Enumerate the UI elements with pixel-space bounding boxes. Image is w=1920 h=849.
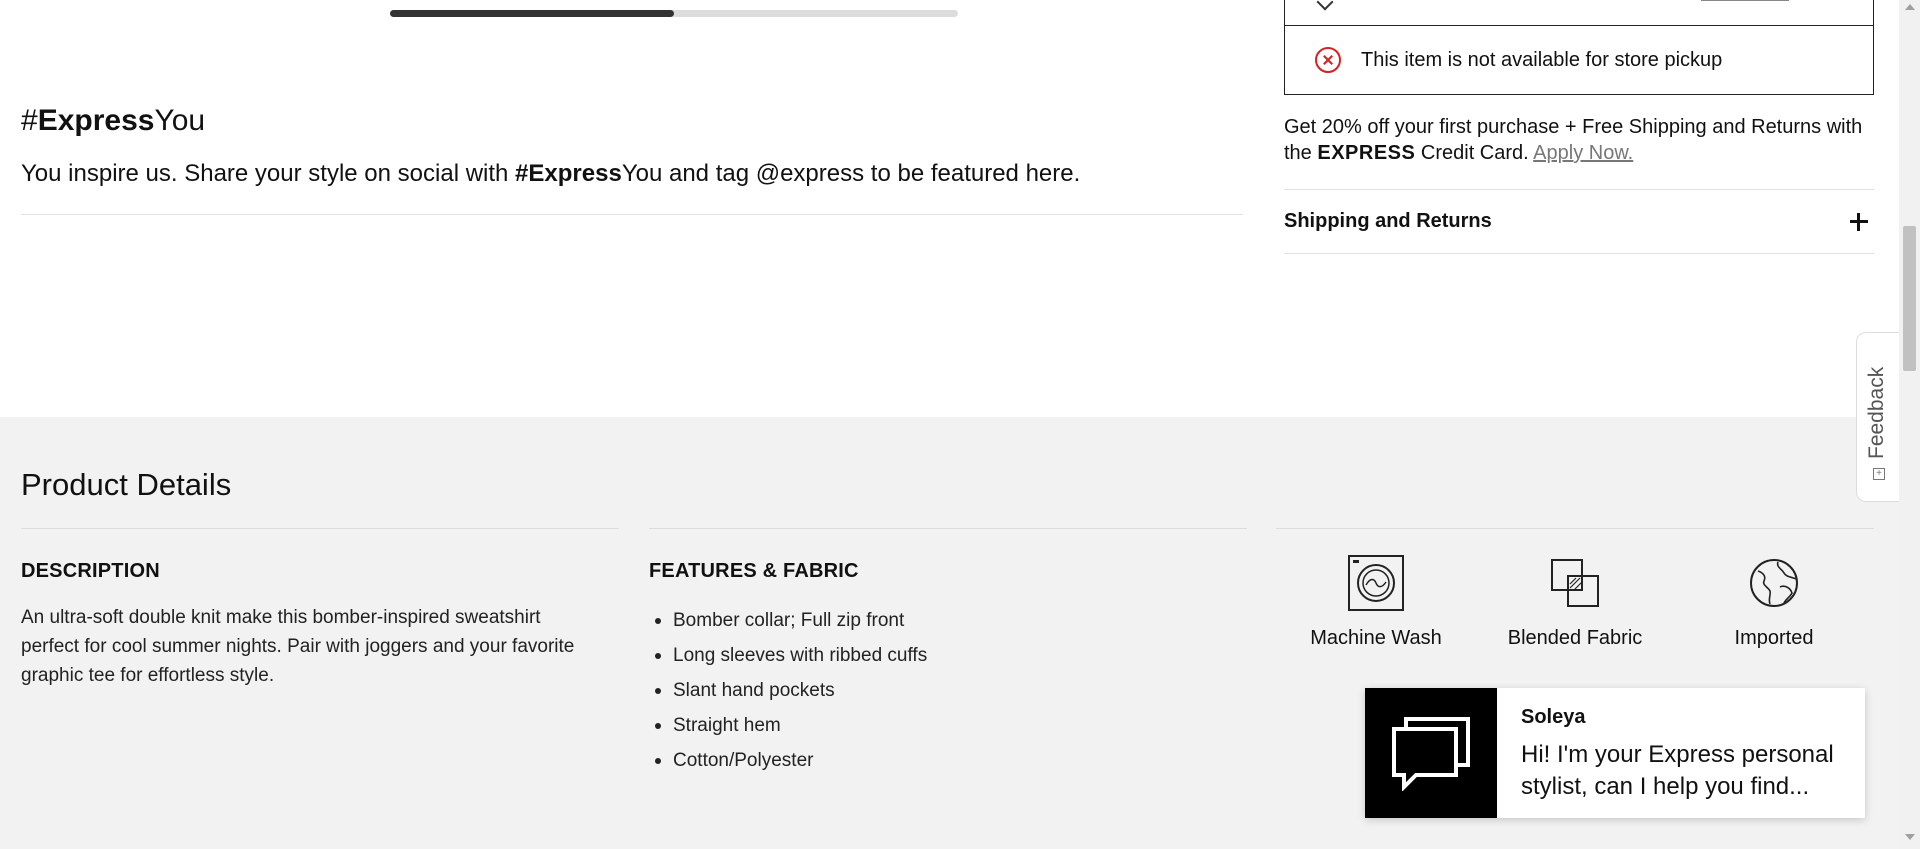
scroll-up-arrow-icon[interactable] xyxy=(1905,4,1915,10)
list-item: Long sleeves with ribbed cuffs xyxy=(649,638,927,673)
imported-label: Imported xyxy=(1734,627,1814,649)
feedback-label: Feedback xyxy=(1865,366,1888,459)
apply-now-link[interactable]: Apply Now. xyxy=(1533,142,1633,164)
feedback-icon: + xyxy=(1873,468,1885,480)
machine-wash-label: Machine Wash xyxy=(1310,627,1442,649)
care-blended-fabric: Blended Fabric xyxy=(1485,553,1665,650)
scroll-down-arrow-icon[interactable] xyxy=(1905,834,1915,840)
column-divider xyxy=(1276,528,1874,529)
description-text: An ultra-soft double knit make this bomb… xyxy=(21,607,575,686)
store-pickup-message: This item is not available for store pic… xyxy=(1361,48,1723,71)
features-heading: FEATURES & FABRIC xyxy=(649,560,859,582)
list-item: Straight hem xyxy=(649,708,927,743)
blended-fabric-label: Blended Fabric xyxy=(1507,627,1643,649)
chat-agent-name: Soleya xyxy=(1521,706,1586,728)
product-details-title: Product Details xyxy=(21,467,232,502)
credit-card-promo: Get 20% off your first purchase + Free S… xyxy=(1284,116,1863,164)
column-divider xyxy=(21,528,619,529)
features-list: Bomber collar; Full zip front Long sleev… xyxy=(649,603,927,778)
error-x-circle-icon xyxy=(1315,47,1341,73)
scrollbar-thumb[interactable] xyxy=(1903,226,1916,371)
list-item: Cotton/Polyester xyxy=(649,743,927,778)
store-pickup-unavailable-box: This item is not available for store pic… xyxy=(1284,25,1874,95)
shipping-returns-label: Shipping and Returns xyxy=(1284,210,1492,232)
chat-message: Hi! I'm your Express personal stylist, c… xyxy=(1521,741,1834,800)
chevron-down-icon xyxy=(1316,0,1334,11)
chat-bubbles-icon xyxy=(1365,688,1497,818)
express-you-heading: #ExpressYou xyxy=(21,104,206,137)
globe-icon xyxy=(1684,553,1864,613)
express-you-description: You inspire us. Share your style on soci… xyxy=(21,160,1081,187)
blended-fabric-icon xyxy=(1485,553,1665,613)
carousel-progress-fill xyxy=(390,10,674,17)
description-heading: DESCRIPTION xyxy=(21,560,160,582)
machine-wash-icon xyxy=(1286,553,1466,613)
carousel-progress-bar[interactable] xyxy=(390,10,958,17)
section-divider xyxy=(21,214,1243,215)
change-store-link[interactable] xyxy=(1701,0,1789,1)
care-machine-wash: Machine Wash xyxy=(1286,553,1466,650)
feedback-tab[interactable]: + Feedback xyxy=(1856,332,1900,502)
shipping-returns-accordion[interactable]: Shipping and Returns xyxy=(1284,190,1874,253)
express-brand-text: EXPRESS xyxy=(1317,142,1416,164)
divider xyxy=(1284,253,1874,254)
store-pickup-option-box[interactable] xyxy=(1284,0,1874,26)
page-scrollbar[interactable] xyxy=(1899,0,1920,849)
plus-icon[interactable] xyxy=(1850,212,1868,231)
column-divider xyxy=(649,528,1247,529)
list-item: Bomber collar; Full zip front xyxy=(649,603,927,638)
care-imported: Imported xyxy=(1684,553,1864,650)
list-item: Slant hand pockets xyxy=(649,673,927,708)
stylist-chat-popup[interactable]: Soleya Hi! I'm your Express personal sty… xyxy=(1365,688,1865,818)
